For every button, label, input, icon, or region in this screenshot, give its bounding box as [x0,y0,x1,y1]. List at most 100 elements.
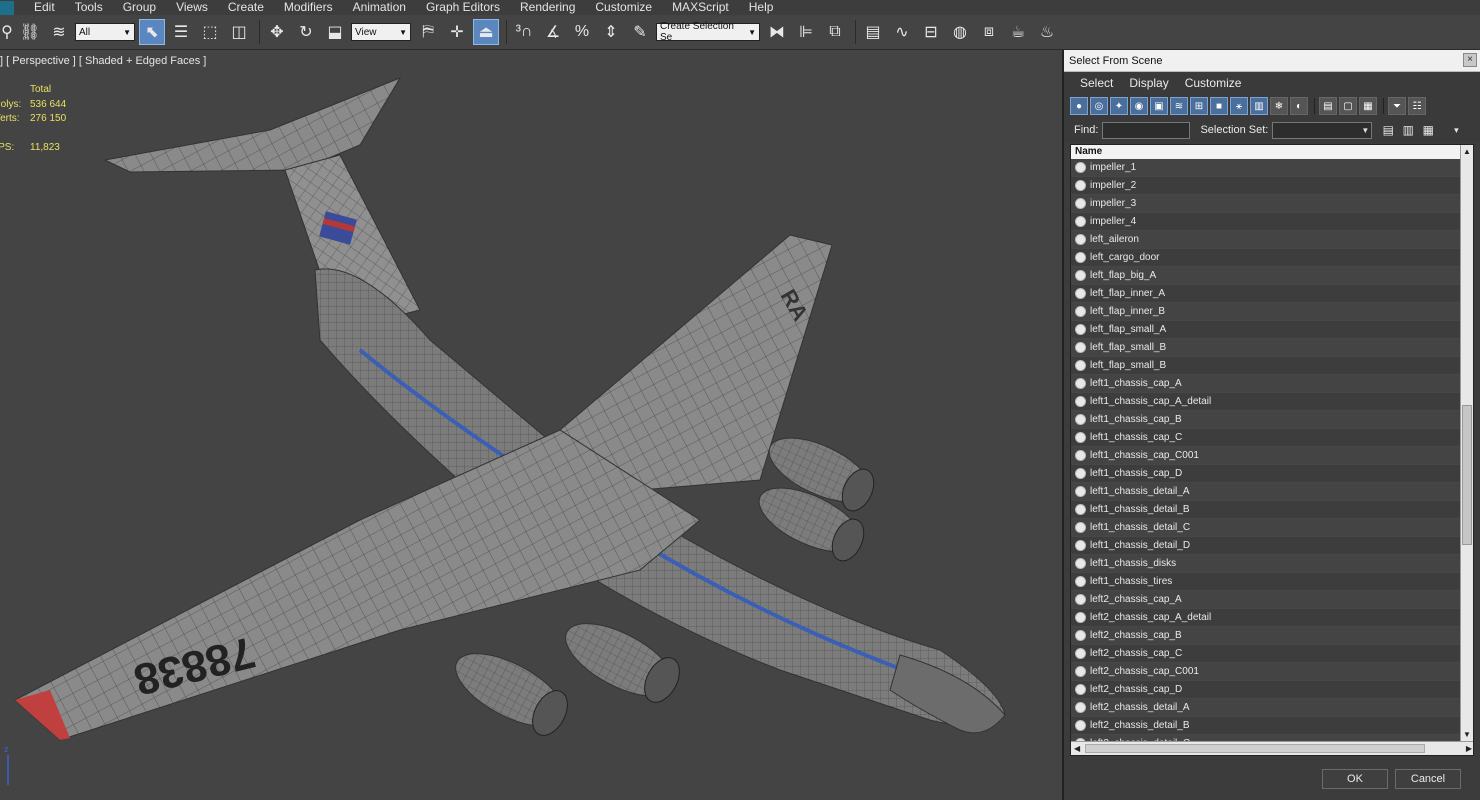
add-to-selection-set-icon[interactable]: ▥ [1400,122,1416,138]
filter-options-icon[interactable]: ☷ [1408,97,1426,115]
display-all-icon[interactable]: ▤ [1319,97,1337,115]
list-item[interactable]: left_aileron [1071,231,1461,249]
mirror-icon[interactable]: ⧓ [764,19,790,45]
select-object-icon[interactable]: ⬉ [139,19,165,45]
menu-maxscript[interactable]: MAXScript [662,0,739,15]
rotate-icon[interactable]: ↻ [293,19,319,45]
edit-named-selection-icon[interactable]: ✎ [627,19,653,45]
list-item[interactable]: left_flap_small_B [1071,339,1461,357]
collapse-panel-icon[interactable]: ▾ [1448,122,1464,138]
menu-graph-editors[interactable]: Graph Editors [416,0,510,15]
align-icon[interactable]: ⊫ [793,19,819,45]
material-editor-icon[interactable]: ◍ [947,19,973,45]
close-icon[interactable]: × [1463,53,1477,67]
list-item[interactable]: left1_chassis_disks [1071,555,1461,573]
create-selection-set-icon[interactable]: ▤ [1380,122,1396,138]
list-item[interactable]: left_cargo_door [1071,249,1461,267]
find-input[interactable] [1102,121,1191,139]
list-item[interactable]: left_flap_small_B [1071,357,1461,375]
render-production-icon[interactable]: ♨ [1034,19,1060,45]
display-groups-icon[interactable]: ⊞ [1190,97,1208,115]
display-shapes-icon[interactable]: ◎ [1090,97,1108,115]
list-item[interactable]: impeller_4 [1071,213,1461,231]
scale-icon[interactable]: ⬓ [322,19,348,45]
list-item[interactable]: left_flap_inner_B [1071,303,1461,321]
filter-icon[interactable]: ⏷ [1388,97,1406,115]
list-item[interactable]: left_flap_big_A [1071,267,1461,285]
menu-views[interactable]: Views [166,0,218,15]
scroll-up-icon[interactable]: ▲ [1461,145,1473,158]
list-item[interactable]: left_flap_inner_A [1071,285,1461,303]
display-geometry-icon[interactable]: ● [1070,97,1088,115]
schematic-view-icon[interactable]: ⊟ [918,19,944,45]
layer-manager-icon[interactable]: ⧉ [822,19,848,45]
ok-button[interactable]: OK [1322,769,1388,789]
aircraft-model[interactable]: RA 78838 z [0,50,1062,800]
keyboard-shortcut-override-icon[interactable]: ⏏ [473,19,499,45]
display-frozen-icon[interactable]: ❄ [1270,97,1288,115]
list-item[interactable]: left2_chassis_detail_B [1071,717,1461,735]
app-logo-icon[interactable] [0,0,14,15]
list-item[interactable]: left1_chassis_cap_C [1071,429,1461,447]
percent-snap-icon[interactable]: % [569,19,595,45]
snaps-toggle-icon[interactable]: ³∩ [511,19,537,45]
dialog-menu-display[interactable]: Display [1129,76,1168,90]
selection-set-dropdown[interactable]: ▼ [1272,121,1373,139]
curve-editor-icon[interactable]: ∿ [889,19,915,45]
window-crossing-icon[interactable]: ◫ [226,19,252,45]
list-item[interactable]: impeller_1 [1071,159,1461,177]
menu-edit[interactable]: Edit [24,0,65,15]
list-item[interactable]: left1_chassis_detail_B [1071,501,1461,519]
menu-help[interactable]: Help [739,0,784,15]
list-item[interactable]: left2_chassis_cap_C [1071,645,1461,663]
display-none-icon[interactable]: ▢ [1339,97,1357,115]
spinner-snap-icon[interactable]: ⇕ [598,19,624,45]
list-item[interactable]: impeller_2 [1071,177,1461,195]
select-by-name-icon[interactable]: ☰ [168,19,194,45]
vertical-scrollbar[interactable]: ▲ ▼ [1460,145,1473,741]
list-item[interactable]: left1_chassis_cap_D [1071,465,1461,483]
column-header-name[interactable]: Name [1071,145,1461,159]
list-item[interactable]: left2_chassis_detail_A [1071,699,1461,717]
menu-rendering[interactable]: Rendering [510,0,585,15]
menu-create[interactable]: Create [218,0,274,15]
scroll-right-icon[interactable]: ▶ [1466,744,1472,753]
list-item[interactable]: left1_chassis_detail_D [1071,537,1461,555]
list-item[interactable]: left2_chassis_cap_A_detail [1071,609,1461,627]
list-item[interactable]: left1_chassis_tires [1071,573,1461,591]
bind-space-warp-icon[interactable]: ≋ [46,19,72,45]
menu-tools[interactable]: Tools [65,0,113,15]
reference-coordinate-dropdown[interactable]: View ▼ [351,23,411,41]
list-item[interactable]: left2_chassis_cap_A [1071,591,1461,609]
scroll-down-icon[interactable]: ▼ [1461,728,1473,741]
display-helpers-icon[interactable]: ▣ [1150,97,1168,115]
display-xrefs-icon[interactable]: ■ [1210,97,1228,115]
display-containers-icon[interactable]: ▥ [1250,97,1268,115]
object-list[interactable]: Name impeller_1 impeller_2 impeller_3 impel… [1070,144,1474,756]
scene-explorer-icon[interactable]: ▤ [860,19,886,45]
angle-snap-icon[interactable]: ∡ [540,19,566,45]
pivot-center-icon[interactable]: ⛿ [415,19,441,45]
menu-group[interactable]: Group [113,0,166,15]
list-item[interactable]: left2_chassis_cap_D [1071,681,1461,699]
list-item[interactable]: left1_chassis_detail_C [1071,519,1461,537]
display-bones-icon[interactable]: ⚹ [1230,97,1248,115]
scrollbar-thumb[interactable] [1462,405,1472,545]
list-item[interactable]: left2_chassis_cap_C001 [1071,663,1461,681]
link-icon[interactable]: ⚲ [0,19,14,45]
viewport-label[interactable]: ] [ Perspective ] [ Shaded + Edged Faces… [0,55,206,67]
list-item[interactable]: left1_chassis_detail_A [1071,483,1461,501]
display-space-warps-icon[interactable]: ≋ [1170,97,1188,115]
list-item[interactable]: left_flap_small_A [1071,321,1461,339]
list-item[interactable]: left1_chassis_cap_A_detail [1071,393,1461,411]
remove-from-selection-set-icon[interactable]: ▦ [1420,122,1436,138]
list-item[interactable]: left1_chassis_cap_B [1071,411,1461,429]
menu-animation[interactable]: Animation [343,0,416,15]
select-manipulate-icon[interactable]: ✛ [444,19,470,45]
list-item[interactable]: left1_chassis_cap_A [1071,375,1461,393]
named-selection-set-dropdown[interactable]: Create Selection Se ▼ [656,21,760,43]
display-lights-icon[interactable]: ✦ [1110,97,1128,115]
list-item[interactable]: impeller_3 [1071,195,1461,213]
list-item[interactable]: left1_chassis_cap_C001 [1071,447,1461,465]
menu-customize[interactable]: Customize [585,0,662,15]
